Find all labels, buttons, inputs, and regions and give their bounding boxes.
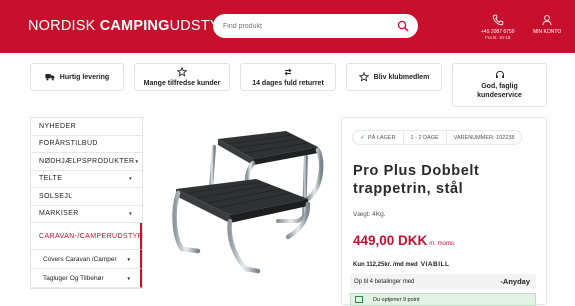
check-icon: ✓ <box>360 135 366 141</box>
vat-note: m. moms <box>429 241 454 247</box>
phone-icon <box>492 14 503 26</box>
loyalty-points-notice: Du optjener 9 point <box>350 293 536 306</box>
anyday-installments[interactable]: Op til 4 betalinger med -Anyday <box>350 274 536 289</box>
refresh-icon <box>284 68 292 75</box>
star-icon <box>358 72 369 82</box>
sidebar-item-telte[interactable]: TELTE ▼ <box>31 171 142 188</box>
sidebar-item-caravan-camperudstyr[interactable]: CARAVAN-/CAMPERUDSTYR <box>31 223 143 250</box>
caret-down-icon[interactable]: ▼ <box>127 276 131 281</box>
caret-down-icon[interactable]: ▼ <box>135 159 140 164</box>
points-icon <box>355 296 363 303</box>
product-image[interactable] <box>158 117 333 277</box>
product-weight: Vægt: 4Kg. <box>353 211 386 218</box>
sidebar-item-nyheder[interactable]: NYHEDER <box>31 118 142 136</box>
sidebar-item-markiser[interactable]: MARKISER ▼ <box>31 206 142 223</box>
usp-fast-delivery: Hurtig levering <box>30 63 124 91</box>
caret-down-icon[interactable]: ▼ <box>128 211 133 216</box>
phone-hours: Fra kl. 10-18 <box>485 35 511 40</box>
account-label: MIN KONTO <box>533 29 562 35</box>
anyday-logo: -Anyday <box>500 277 530 286</box>
search-bar[interactable] <box>213 14 418 38</box>
step-stool-image <box>172 131 324 274</box>
sidebar-item-solsejl[interactable]: SOLSEJL <box>31 188 142 206</box>
sidebar-item-foraarstilbud[interactable]: FORÅRSTILBUD <box>31 136 142 153</box>
usp-customer-service: God, faglig kundeservice <box>452 63 547 107</box>
viabill-logo: VIABILL <box>420 261 450 268</box>
delivery-time-badge: 1 - 2 DAGE <box>404 131 447 144</box>
stock-status-badge: ✓ PÅ LAGER <box>353 131 404 144</box>
account-link[interactable]: MIN KONTO <box>533 14 561 35</box>
usp-return-policy: 14 dages fuld returret <box>240 63 336 91</box>
sidebar-subitem-covers[interactable]: Covers Caravan /Camper ▼ <box>31 250 142 269</box>
sidebar-item-noedhjaelpsprodukter[interactable]: NØDHJÆLPSPRODUKTER ▼ <box>31 153 142 171</box>
site-logo[interactable]: NORDISK CAMPINGUDSTYR <box>28 18 230 34</box>
sidebar-subitem-tagluger[interactable]: Tagluger Og Tilbehør ▼ <box>31 269 142 288</box>
product-badges: ✓ PÅ LAGER 1 - 2 DAGE VARENUMMER: 102238 <box>352 130 523 145</box>
caret-down-icon[interactable]: ▼ <box>128 176 133 181</box>
product-title: Pro Plus Dobbelt trappetrin, stål <box>353 163 480 197</box>
truck-icon <box>45 74 55 81</box>
viabill-financing[interactable]: Kun 112,25kr. /md med VIABILL <box>353 261 449 268</box>
star-icon <box>177 66 187 77</box>
user-icon <box>542 15 552 26</box>
product-info-panel: ✓ PÅ LAGER 1 - 2 DAGE VARENUMMER: 102238 … <box>341 117 547 306</box>
headset-icon <box>495 70 504 78</box>
usp-satisfied-customers: Mange tilfredse kunder <box>134 63 230 91</box>
caret-down-icon[interactable]: ▼ <box>127 257 131 262</box>
site-header: NORDISK CAMPINGUDSTYR +45 2087 6750 Fra … <box>0 0 575 53</box>
usp-club-membership[interactable]: Bliv klubmedlem <box>346 63 442 91</box>
product-price: 449,00 DKK m. moms <box>353 233 454 248</box>
search-input[interactable] <box>223 22 393 30</box>
phone-contact[interactable]: +45 2087 6750 Fra kl. 10-18 <box>481 14 515 40</box>
sku-badge: VARENUMMER: 102238 <box>453 134 515 141</box>
category-sidebar: NYHEDER FORÅRSTILBUD NØDHJÆLPSPRODUKTER ▼… <box>30 117 143 289</box>
search-icon[interactable] <box>397 20 409 32</box>
